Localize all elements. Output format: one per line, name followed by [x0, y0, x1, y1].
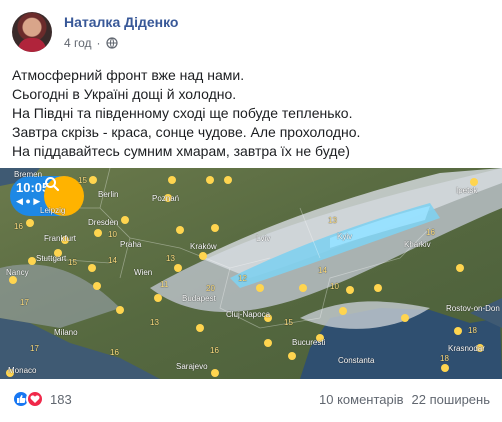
- shares-link[interactable]: 22 поширень: [412, 392, 490, 407]
- city-label: Poznań: [152, 194, 180, 203]
- temperature-label: 16: [14, 222, 23, 231]
- time-slider-ticks: ◀ ● ▶: [16, 196, 41, 206]
- temperature-label: 15: [68, 258, 77, 267]
- temperature-label: 18: [440, 354, 449, 363]
- city-label: Cluj-Napoca: [226, 310, 271, 319]
- city-label: Milano: [54, 328, 78, 337]
- city-label: Wien: [134, 268, 153, 277]
- reactions-summary[interactable]: 183: [12, 390, 72, 408]
- city-label: Kharkiv: [404, 240, 431, 249]
- temperature-label: 13: [328, 216, 337, 225]
- temperature-label: 15: [284, 318, 293, 327]
- city-label: Sarajevo: [176, 362, 208, 371]
- weather-map-image[interactable]: 10:05 ◀ ● ▶ Bremen Berlin Poznań Leipzig…: [0, 168, 502, 379]
- post-line-5: На піддавайтесь сумним хмарам, завтра їх…: [12, 143, 350, 159]
- temperature-label: 13: [150, 318, 159, 327]
- city-label: Kraków: [190, 242, 217, 251]
- temperature-label: 18: [468, 326, 477, 335]
- facebook-post: Наталка Діденко 4 год · Атмосферний фрон…: [0, 0, 502, 422]
- city-label: Lviv: [256, 234, 271, 243]
- post-header: Наталка Діденко 4 год ·: [12, 8, 492, 58]
- temperature-label: 11: [160, 280, 169, 289]
- post-footer: 183 10 коментарів 22 поширень: [0, 379, 502, 422]
- city-label: Frankfurt: [44, 234, 77, 243]
- temperature-label: 17: [20, 298, 29, 307]
- temperature-label: 10: [108, 230, 117, 239]
- city-label: Bremen: [14, 170, 43, 179]
- post-meta: 4 год ·: [64, 36, 118, 50]
- city-label: Krasnodar: [448, 344, 485, 353]
- author-name[interactable]: Наталка Діденко: [64, 14, 178, 30]
- temperature-label: 16: [110, 348, 119, 357]
- temperature-label: 16: [426, 228, 435, 237]
- post-time[interactable]: 4 год: [64, 36, 92, 50]
- city-label: Monaco: [8, 366, 37, 375]
- city-label: Bucuresti: [292, 338, 326, 347]
- temperature-label: 12: [238, 274, 247, 283]
- search-icon: [45, 177, 60, 192]
- comments-link[interactable]: 10 коментарів: [319, 392, 404, 407]
- temperature-label: 17: [30, 344, 39, 353]
- city-label: Praha: [120, 240, 142, 249]
- avatar[interactable]: [12, 12, 52, 52]
- temperature-label: 20: [206, 284, 215, 293]
- temperature-label: 10: [330, 282, 339, 291]
- globe-icon[interactable]: [105, 37, 118, 49]
- city-label: Kyiv: [337, 232, 353, 241]
- post-line-3: На Півдні та південному сході ще побуде …: [12, 105, 353, 121]
- temperature-label: 16: [210, 346, 219, 355]
- post-line-2: Сьогодні в Україні дощі й холодно.: [12, 86, 237, 102]
- post-line-1: Атмосферний фронт вже над нами.: [12, 67, 245, 83]
- temperature-label: 13: [166, 254, 175, 263]
- city-label: Leipzig: [40, 206, 66, 215]
- love-icon: [26, 390, 44, 408]
- city-label: Dresden: [88, 218, 119, 227]
- post-text: Атмосферний фронт вже над нами. Сьогодні…: [12, 66, 492, 161]
- temperature-label: 15: [78, 176, 87, 185]
- city-label: Nancy: [6, 268, 29, 277]
- temperature-label: 14: [108, 256, 117, 265]
- reactions-count[interactable]: 183: [50, 392, 72, 407]
- city-label: Berlin: [98, 190, 119, 199]
- engagement-stats: 10 коментарів 22 поширень: [319, 392, 490, 407]
- city-label: Rostov-on-Don: [446, 304, 500, 313]
- post-line-4: Завтра скрізь - краса, сонце чудове. Але…: [12, 124, 361, 140]
- city-label: Stuttgart: [36, 254, 67, 263]
- city-label: Budapest: [182, 294, 216, 303]
- temperature-label: 14: [318, 266, 327, 275]
- city-label: Constanta: [338, 356, 375, 365]
- city-label: Ipetsk: [456, 186, 478, 195]
- separator-dot: ·: [96, 36, 101, 50]
